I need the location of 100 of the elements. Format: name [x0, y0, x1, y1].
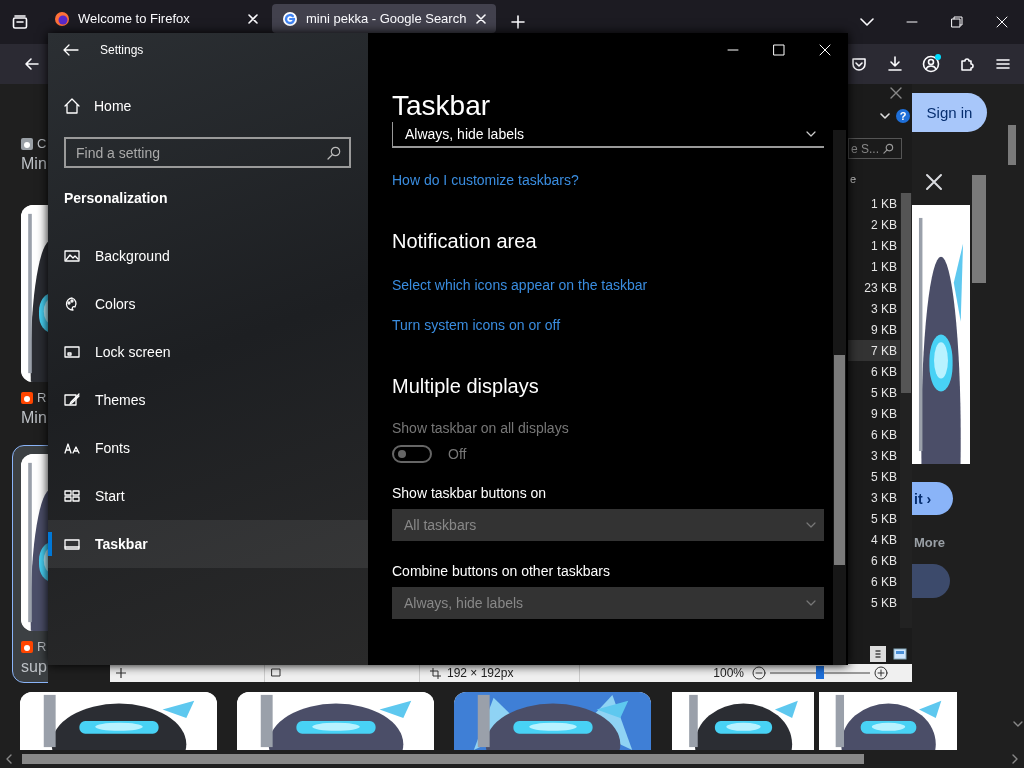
menu-icon: [995, 56, 1011, 72]
chevron-icon: [806, 598, 816, 608]
help-icon[interactable]: ?: [896, 108, 910, 123]
zoom-in-icon[interactable]: [874, 666, 888, 680]
details-view-icon[interactable]: [870, 646, 886, 662]
link[interactable]: How do I customize taskbars?: [392, 172, 824, 188]
file-size[interactable]: 2 KB: [848, 214, 900, 235]
file-size[interactable]: 9 KB: [848, 403, 900, 424]
source-name: R: [37, 390, 47, 405]
sign-in-button[interactable]: Sign in: [912, 93, 987, 132]
file-size[interactable]: 5 KB: [848, 382, 900, 403]
close-icon[interactable]: [924, 172, 944, 192]
file-size[interactable]: 5 KB: [848, 592, 900, 613]
close-icon: [995, 16, 1008, 28]
nav-item[interactable]: Background: [48, 232, 368, 280]
section-heading: Personalization: [64, 190, 169, 206]
visit-button[interactable]: it ›: [912, 482, 953, 515]
account-icon: [922, 55, 940, 73]
scrollbar[interactable]: [900, 193, 912, 628]
globe-icon: [54, 10, 70, 27]
grid-icon: [64, 488, 80, 504]
setting-label: Show taskbar on all displays: [392, 420, 570, 436]
puzzle-icon: [959, 56, 975, 72]
section-heading: Notification area: [392, 230, 538, 253]
taskbar-icon: [64, 536, 80, 552]
file-size[interactable]: 3 KB: [848, 298, 900, 319]
selection-icon: [271, 668, 282, 678]
chevron-icon: [859, 15, 874, 29]
file-size[interactable]: 3 KB: [848, 487, 900, 508]
file-size[interactable]: 9 KB: [848, 319, 900, 340]
file-size[interactable]: 1 KB: [848, 193, 900, 214]
file-size[interactable]: 1 KB: [848, 256, 900, 277]
plus-icon: [511, 15, 525, 29]
home-icon: [64, 98, 80, 114]
source-icon: [21, 640, 33, 653]
file-size[interactable]: 6 KB: [848, 550, 900, 571]
browser-tab[interactable]: Welcome to Firefox: [44, 4, 268, 33]
zoom-slider-thumb[interactable]: [816, 666, 824, 679]
letter-icon: [282, 10, 298, 27]
close-icon: [819, 43, 831, 56]
scrollbar[interactable]: [1008, 125, 1016, 165]
restore-icon: [950, 16, 963, 28]
file-size[interactable]: 5 KB: [848, 466, 900, 487]
file-size[interactable]: 4 KB: [848, 529, 900, 550]
search-icon: [883, 143, 894, 154]
source-name: C: [37, 136, 47, 151]
nav-item[interactable]: Start: [48, 472, 368, 520]
brush-icon: [64, 392, 80, 408]
tab-title: mini pekka - Google Search: [306, 11, 468, 26]
window-title: Settings: [100, 42, 144, 57]
file-size[interactable]: 6 KB: [848, 361, 900, 382]
nav-item[interactable]: Lock screen: [48, 328, 368, 376]
nav-item[interactable]: Fonts: [48, 424, 368, 472]
image-dimensions: 192 × 192px: [447, 666, 514, 680]
more-label[interactable]: More: [914, 535, 1024, 550]
scrollbar[interactable]: [833, 130, 846, 665]
file-size[interactable]: 7 KB: [848, 340, 900, 361]
monitor-icon: [64, 344, 80, 360]
dropdown[interactable]: Always, hide labels: [392, 122, 824, 148]
column-header[interactable]: e: [848, 173, 912, 187]
tab-list-icon: [12, 14, 28, 30]
link[interactable]: Turn system icons on or off: [392, 317, 824, 333]
file-size[interactable]: 3 KB: [848, 445, 900, 466]
nav-item[interactable]: Colors: [48, 280, 368, 328]
result-title: Min: [21, 155, 48, 173]
scrollbar[interactable]: [972, 175, 986, 283]
home-item[interactable]: Home: [48, 90, 368, 122]
crop-icon: [430, 667, 441, 679]
scrollbar[interactable]: [22, 754, 864, 764]
nav-item[interactable]: Themes: [48, 376, 368, 424]
palette-icon: [64, 296, 80, 312]
setting-label: Show taskbar buttons on: [392, 485, 548, 501]
source-name: R: [37, 639, 47, 654]
maximize-icon: [773, 43, 785, 56]
file-size[interactable]: 6 KB: [848, 424, 900, 445]
search-icon: [327, 145, 341, 160]
search-field[interactable]: e S...: [848, 138, 902, 159]
search-field[interactable]: Find a setting: [64, 137, 351, 168]
result-card[interactable]: C Min: [12, 127, 48, 180]
chevron-icon: [806, 520, 816, 530]
result-card[interactable]: R sup: [12, 445, 48, 683]
move-icon: [116, 668, 126, 678]
file-size[interactable]: 1 KB: [848, 235, 900, 256]
link[interactable]: Select which icons appear on the taskbar: [392, 277, 824, 293]
setting-label: Combine buttons on other taskbars: [392, 563, 611, 579]
file-size[interactable]: 5 KB: [848, 508, 900, 529]
preview-icon[interactable]: [892, 646, 908, 662]
toggle-state: Off: [448, 446, 467, 462]
tab-title: Welcome to Firefox: [78, 11, 191, 26]
page-title: Taskbar: [392, 90, 492, 122]
chevron-icon: [806, 129, 816, 139]
picture-icon: [64, 248, 80, 264]
download-icon: [887, 56, 903, 72]
file-size[interactable]: 23 KB: [848, 277, 900, 298]
result-title: Min: [21, 409, 48, 427]
zoom-out-icon[interactable]: [752, 666, 766, 680]
chevron-icon[interactable]: [880, 110, 890, 121]
section-heading: Multiple displays: [392, 375, 540, 398]
browser-tab[interactable]: mini pekka - Google Search: [272, 4, 496, 33]
file-size[interactable]: 6 KB: [848, 571, 900, 592]
